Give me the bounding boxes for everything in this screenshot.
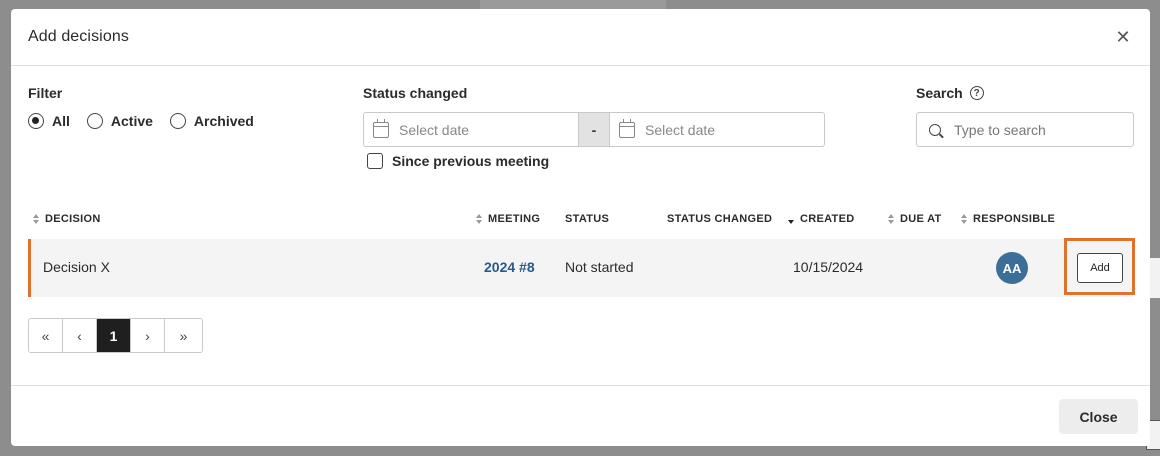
filter-radio-label: Archived xyxy=(193,113,254,129)
prev-page-button[interactable]: ‹ xyxy=(63,319,97,352)
column-header-label: CREATED xyxy=(800,213,855,225)
column-header-label: MEETING xyxy=(488,213,541,225)
column-header-label: DUE AT xyxy=(900,213,942,225)
close-icon[interactable]: ✕ xyxy=(1113,28,1133,46)
checkbox-box[interactable] xyxy=(367,153,383,169)
filter-radio-active[interactable]: Active xyxy=(86,113,153,129)
column-header-label: DECISION xyxy=(45,213,101,225)
date-from-placeholder: Select date xyxy=(399,121,470,138)
close-button[interactable]: Close xyxy=(1059,399,1138,434)
modal-header: Add decisions ✕ xyxy=(11,9,1150,66)
modal-title: Add decisions xyxy=(28,28,129,45)
column-header-label: STATUS xyxy=(565,213,610,225)
column-header-status-changed: STATUS CHANGED xyxy=(667,213,772,225)
filter-radio-label: All xyxy=(52,113,70,129)
filter-radio-all[interactable]: All xyxy=(28,113,70,129)
created-cell: 10/15/2024 xyxy=(793,259,864,275)
date-to-input[interactable]: Select date xyxy=(609,112,825,147)
filter-radio-archived[interactable]: Archived xyxy=(169,113,254,129)
next-page-button[interactable]: › xyxy=(131,319,165,352)
avatar: AA xyxy=(996,252,1028,284)
column-header-decision[interactable]: DECISION xyxy=(33,213,101,225)
column-header-responsible[interactable]: RESPONSIBLE xyxy=(961,213,1055,225)
meeting-link[interactable]: 2024 #8 xyxy=(484,259,535,275)
calendar-icon xyxy=(619,118,635,138)
table-header: DECISION MEETING STATUS STATUS CHANGED C… xyxy=(11,213,1150,229)
modal-footer: Close xyxy=(11,385,1150,446)
sort-icon xyxy=(961,214,968,224)
radio-indicator[interactable] xyxy=(28,113,44,129)
search-icon xyxy=(929,123,941,136)
page-button-current[interactable]: 1 xyxy=(97,319,131,352)
filter-radio-label: Active xyxy=(110,113,153,129)
date-from-input[interactable]: Select date xyxy=(363,112,579,147)
date-range-separator: - xyxy=(579,112,609,147)
column-header-status: STATUS xyxy=(565,213,609,225)
date-to-placeholder: Select date xyxy=(645,121,716,138)
since-previous-meeting-label: Since previous meeting xyxy=(392,153,550,169)
calendar-icon xyxy=(373,118,389,138)
sort-icon xyxy=(888,214,895,224)
add-button-highlight: Add xyxy=(1064,238,1135,295)
column-header-due-at[interactable]: DUE AT xyxy=(888,213,942,225)
column-header-label: RESPONSIBLE xyxy=(973,213,1056,225)
sort-desc-icon xyxy=(788,214,795,224)
search-label: Search xyxy=(916,85,963,101)
status-changed-date-range: Select date - Select date xyxy=(363,112,825,147)
last-page-button[interactable]: » xyxy=(165,319,202,352)
decision-cell: Decision X xyxy=(43,259,110,275)
column-header-created[interactable]: CREATED xyxy=(788,213,854,225)
radio-indicator[interactable] xyxy=(86,113,103,129)
help-icon[interactable]: ? xyxy=(969,86,984,100)
since-previous-meeting-checkbox[interactable]: Since previous meeting xyxy=(367,153,549,169)
sort-icon xyxy=(33,214,40,224)
status-cell: Not started xyxy=(565,259,634,275)
column-header-label: STATUS CHANGED xyxy=(667,213,773,225)
radio-indicator[interactable] xyxy=(169,113,186,129)
status-changed-label: Status changed xyxy=(363,85,468,101)
sort-icon xyxy=(476,214,483,224)
table-row[interactable]: Decision X 2024 #8 Not started 10/15/202… xyxy=(28,238,1135,297)
first-page-button[interactable]: « xyxy=(29,319,63,352)
add-decision-button[interactable]: Add xyxy=(1077,253,1123,283)
search-box[interactable] xyxy=(916,112,1134,147)
search-label-row: Search ? xyxy=(916,85,984,101)
column-header-meeting[interactable]: MEETING xyxy=(476,213,540,225)
search-input[interactable] xyxy=(954,121,1124,138)
pagination: « ‹ 1 › » xyxy=(28,318,203,353)
add-decisions-modal: Add decisions ✕ Filter All Active Archiv… xyxy=(11,9,1150,446)
filter-label: Filter xyxy=(28,85,63,101)
filter-radio-group: All Active Archived xyxy=(28,113,271,129)
